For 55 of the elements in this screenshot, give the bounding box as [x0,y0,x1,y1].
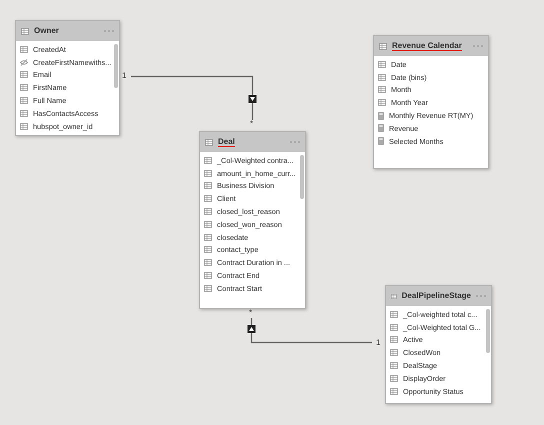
column-icon [204,284,212,292]
table-icon [21,28,29,34]
direction-arrow-icon [248,95,256,103]
table-icon [205,138,213,146]
cardinality-label: * [250,119,254,128]
table-header[interactable]: Owner [16,21,119,41]
table-header[interactable]: DealPipelineStage [386,286,491,306]
table-icon [391,292,397,300]
column-icon [204,220,212,228]
cardinality-label: 1 [376,338,380,347]
relationship-line[interactable] [131,76,254,120]
column-icon [390,349,398,356]
column-icon [390,310,398,318]
column-icon [20,122,28,130]
column-icon [20,97,28,104]
column-icon [20,71,28,78]
direction-arrow-icon [248,325,256,333]
column-icon [378,99,386,106]
column-icon [378,60,386,68]
column-icon [20,110,28,117]
calculator-icon [378,124,384,132]
column-icon [204,272,212,280]
table-header[interactable]: Revenue Calendar [374,36,488,56]
table-title: Deal [218,137,235,147]
column-icon [204,182,212,190]
column-icon [204,170,212,177]
table-title: DealPipelineStage [402,291,471,301]
column-icon [390,388,398,395]
relationship-line[interactable] [250,318,372,344]
calculator-icon [378,112,384,120]
scrollbar-thumb[interactable] [300,155,304,199]
cardinality-label: * [249,308,252,317]
column-icon [204,246,212,254]
column-icon [204,195,212,202]
column-icon [378,74,386,81]
column-icon [204,208,212,216]
table-icon [379,42,387,50]
hidden-field-icon [20,58,28,66]
column-icon [204,156,212,164]
table-header[interactable]: Deal [200,132,305,152]
column-icon [204,259,212,266]
scrollbar-thumb[interactable] [114,44,118,88]
column-icon [20,84,28,92]
column-icon [20,46,28,53]
column-icon [390,336,398,344]
cardinality-label: 1 [122,71,126,80]
column-icon [390,362,398,370]
table-title: Owner [34,26,59,36]
column-icon [204,234,212,241]
column-icon [390,374,398,382]
column-icon [390,324,398,331]
scrollbar-thumb[interactable] [486,309,490,353]
table-title: Revenue Calendar [392,41,462,51]
column-icon [378,86,386,94]
calculator-icon [378,137,384,146]
